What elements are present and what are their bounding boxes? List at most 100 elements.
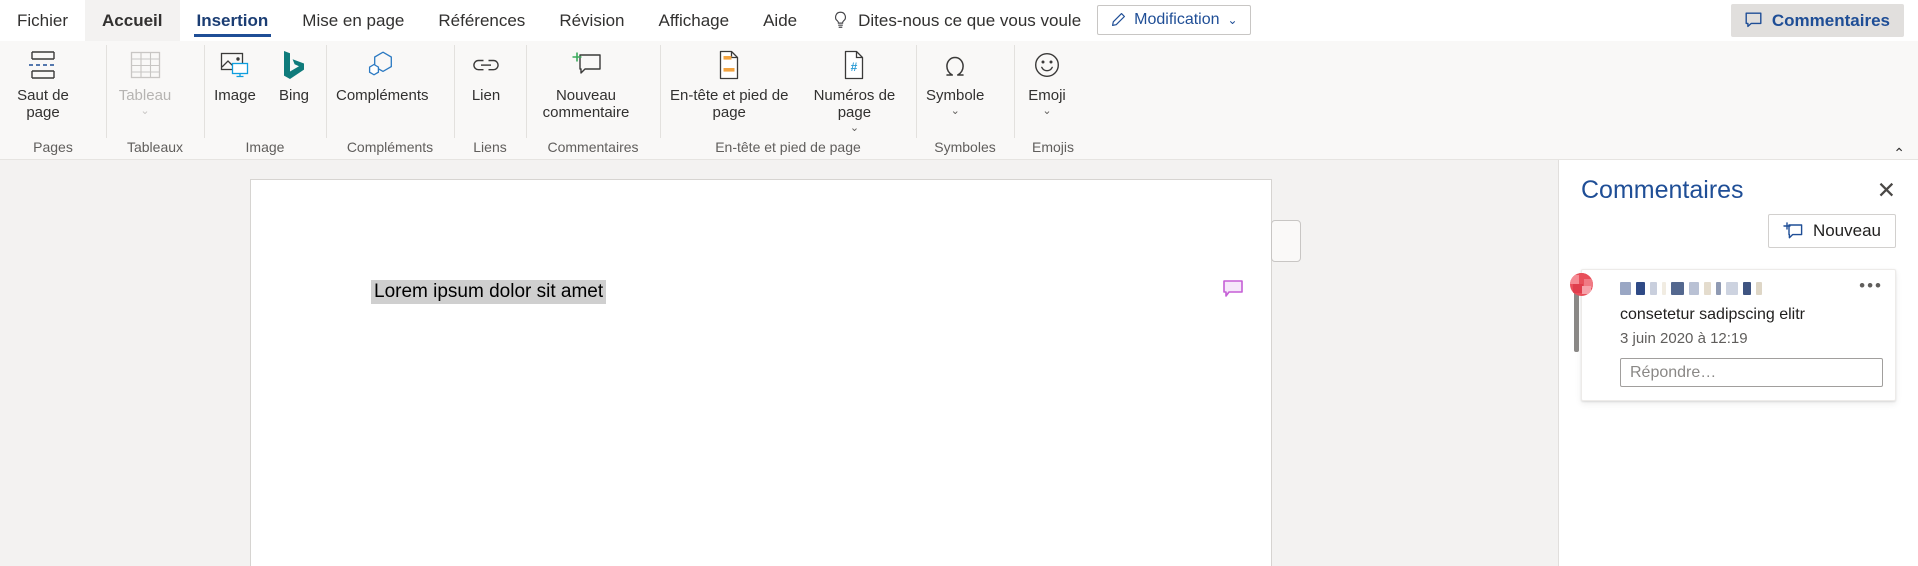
new-comment-button[interactable]: Nouveau xyxy=(1767,214,1896,248)
tab-label: Mise en page xyxy=(302,10,405,30)
comment-date: 3 juin 2020 à 12:19 xyxy=(1620,330,1748,347)
picture-icon xyxy=(219,48,251,82)
reply-input[interactable]: Répondre… xyxy=(1620,358,1883,387)
button-label: Image xyxy=(214,87,256,104)
tab-revision[interactable]: Révision xyxy=(542,0,641,41)
group-buttons: Emoji ⌄ xyxy=(1014,41,1092,136)
symbol-button[interactable]: Symbole ⌄ xyxy=(916,48,994,117)
addin-hexagon-icon xyxy=(365,48,399,82)
ribbon-group-commentaires: Nouveau commentaire Commentaires xyxy=(526,41,660,160)
page-side-tab[interactable] xyxy=(1271,220,1301,262)
tell-me-search[interactable]: Dites-nous ce que vous voule xyxy=(814,0,1093,41)
group-label: Emojis xyxy=(1031,139,1074,155)
ribbon-group-emojis: Emoji ⌄ Emojis xyxy=(1014,41,1092,160)
button-label: Symbole xyxy=(926,87,985,104)
header-footer-button[interactable]: En-tête et pied de page xyxy=(660,48,798,121)
comment-icon xyxy=(1745,12,1762,28)
smiley-icon xyxy=(1033,48,1061,82)
link-button[interactable]: Lien xyxy=(454,48,518,104)
more-options-icon[interactable]: ••• xyxy=(1859,277,1883,294)
group-buttons: Saut de page xyxy=(0,41,106,136)
tab-label: Aide xyxy=(763,10,798,30)
page-numbers-button[interactable]: # Numéros de page ⌄ xyxy=(798,48,910,134)
addins-button[interactable]: Compléments xyxy=(326,48,439,104)
group-buttons: En-tête et pied de page # Numéros de pag… xyxy=(660,41,916,136)
ribbon-group-symboles: Symbole ⌄ Symboles xyxy=(916,41,1014,160)
chevron-down-icon[interactable]: ⌄ xyxy=(140,106,149,117)
new-comment-label: Nouveau xyxy=(1812,221,1881,240)
emoji-button[interactable]: Emoji ⌄ xyxy=(1014,48,1080,117)
editing-mode-label: Modification xyxy=(1134,11,1220,28)
group-buttons: Image Bing xyxy=(204,41,326,136)
close-icon[interactable]: ✕ xyxy=(1877,178,1896,202)
group-label: Compléments xyxy=(346,139,434,155)
avatar xyxy=(1570,273,1593,296)
omega-icon xyxy=(941,48,969,82)
tab-label: Affichage xyxy=(658,10,730,30)
button-label: Emoji xyxy=(1028,87,1066,104)
image-button[interactable]: Image xyxy=(204,48,266,104)
group-buttons: Tableau ⌄ xyxy=(106,41,204,136)
tab-fichier[interactable]: Fichier xyxy=(0,0,85,41)
ribbon-group-tableaux: Tableau ⌄ Tableaux xyxy=(106,41,204,160)
ribbon: Saut de page Pages Tableau ⌄ Tableaux Im… xyxy=(0,41,1918,161)
chevron-down-icon[interactable]: ⌄ xyxy=(1042,106,1051,117)
tab-mise-en-page[interactable]: Mise en page xyxy=(285,0,421,41)
tab-accueil[interactable]: Accueil xyxy=(85,0,180,41)
comment-author-redacted xyxy=(1620,281,1883,296)
chevron-down-icon[interactable]: ⌄ xyxy=(850,123,859,134)
bing-button[interactable]: Bing xyxy=(266,48,322,104)
group-label: Symboles xyxy=(934,139,996,155)
group-buttons: Compléments xyxy=(326,41,454,136)
group-label: Tableaux xyxy=(126,139,184,155)
group-buttons: Nouveau commentaire xyxy=(526,41,660,136)
group-label: Image xyxy=(245,139,285,155)
tab-references[interactable]: Références xyxy=(421,0,542,41)
svg-text:#: # xyxy=(851,60,858,74)
button-label: Numéros de page xyxy=(813,87,896,121)
editing-mode-button[interactable]: Modification ⌄ xyxy=(1097,5,1251,35)
tab-aide[interactable]: Aide xyxy=(746,0,814,41)
table-icon xyxy=(130,48,161,82)
button-label: Tableau xyxy=(118,87,172,104)
tab-label: Révision xyxy=(559,10,625,30)
new-comment-icon xyxy=(569,48,603,82)
chevron-down-icon[interactable]: ⌄ xyxy=(951,106,960,117)
new-comment-button[interactable]: Nouveau commentaire xyxy=(526,48,646,121)
group-label: Pages xyxy=(33,139,73,155)
document-page[interactable]: Lorem ipsum dolor sit amet xyxy=(250,179,1272,566)
tab-label: Références xyxy=(438,10,526,30)
tell-me-placeholder: Dites-nous ce que vous voule xyxy=(858,10,1082,30)
link-icon xyxy=(470,48,502,82)
comments-toggle-button[interactable]: Commentaires xyxy=(1730,4,1904,37)
comments-toggle-label: Commentaires xyxy=(1771,10,1890,30)
new-comment-row: Nouveau xyxy=(1581,214,1896,248)
tab-label: Accueil xyxy=(102,10,163,30)
group-buttons: Symbole ⌄ xyxy=(916,41,1014,136)
group-label: En-tête et pied de page xyxy=(715,139,861,155)
page-break-button[interactable]: Saut de page xyxy=(0,48,86,121)
button-label: En-tête et pied de page xyxy=(670,87,789,121)
header-footer-icon xyxy=(716,48,742,82)
ribbon-group-image: Image Bing Image xyxy=(204,41,326,160)
comments-pane-title: Commentaires xyxy=(1581,175,1744,204)
comment-card[interactable]: ••• consetetur sadipscing elitr 3 juin 2… xyxy=(1570,269,1896,401)
tab-label: Insertion xyxy=(196,10,269,30)
tab-affichage[interactable]: Affichage xyxy=(642,0,747,41)
comments-pane-header: Commentaires ✕ xyxy=(1581,160,1896,212)
document-body-text[interactable]: Lorem ipsum dolor sit amet xyxy=(371,280,607,304)
tab-insertion[interactable]: Insertion xyxy=(180,0,286,41)
page-number-icon: # xyxy=(841,48,867,82)
button-label: Saut de page xyxy=(17,87,69,121)
ribbon-group-header-footer: En-tête et pied de page # Numéros de pag… xyxy=(660,41,916,160)
reply-placeholder: Répondre… xyxy=(1630,363,1717,381)
chevron-down-icon: ⌄ xyxy=(1227,13,1238,27)
comment-balloon-icon[interactable] xyxy=(1223,280,1243,298)
table-button[interactable]: Tableau ⌄ xyxy=(106,48,184,117)
pencil-icon xyxy=(1112,13,1126,26)
button-label: Compléments xyxy=(336,87,429,104)
bing-icon xyxy=(281,48,307,82)
group-label: Commentaires xyxy=(547,139,639,155)
ribbon-groups: Saut de page Pages Tableau ⌄ Tableaux Im… xyxy=(0,41,1918,160)
group-buttons: Lien xyxy=(454,41,526,136)
